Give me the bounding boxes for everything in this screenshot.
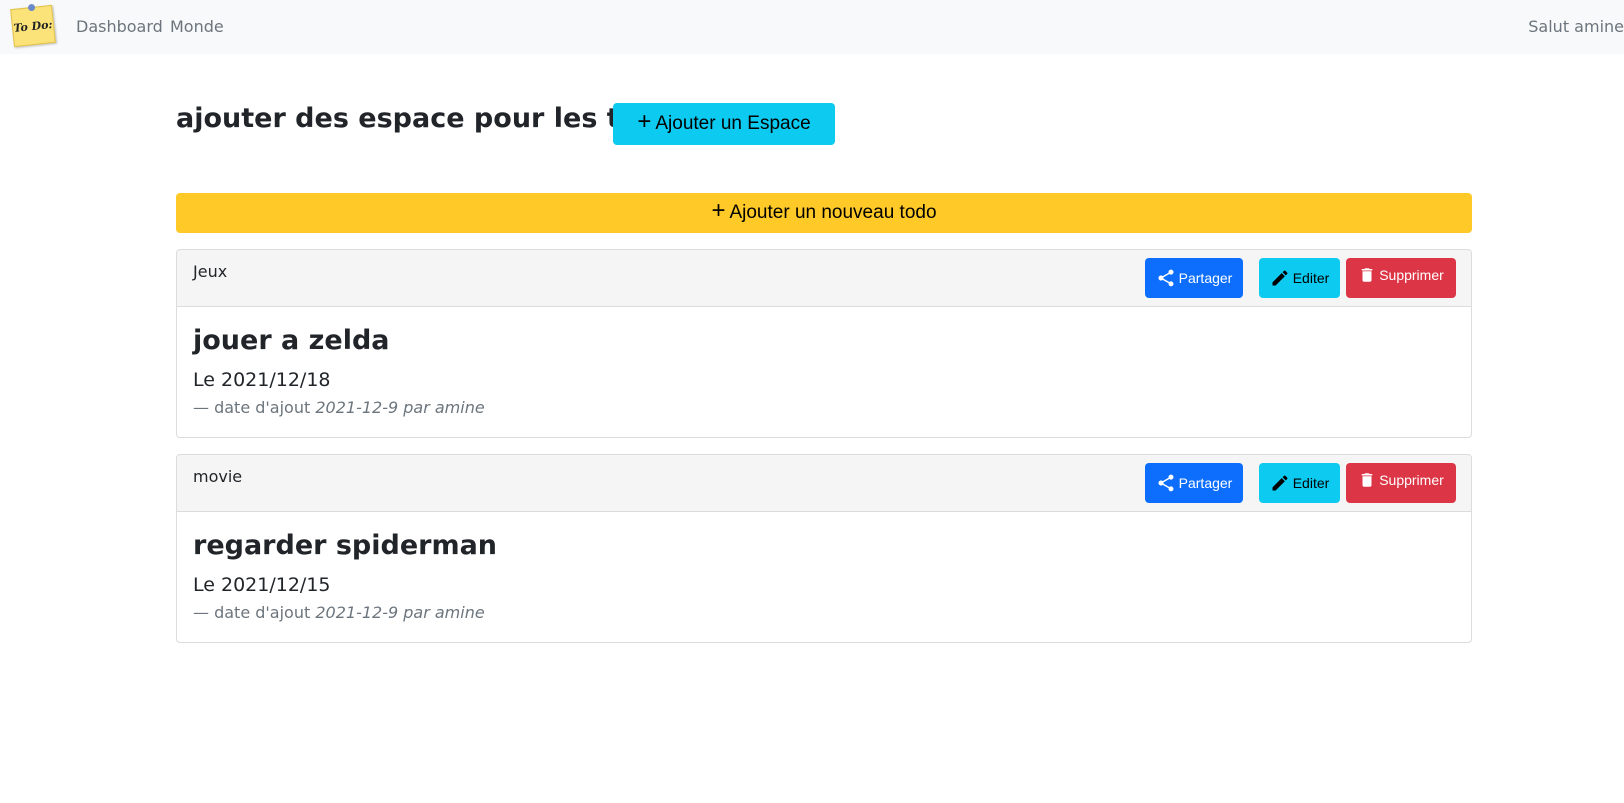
- todo-meta: — date d'ajout 2021-12-9 par amine: [193, 603, 485, 622]
- delete-button[interactable]: Supprimer: [1346, 463, 1456, 503]
- todo-category: movie: [193, 467, 243, 486]
- trash-icon: [1361, 268, 1373, 282]
- share-icon: [1158, 474, 1174, 492]
- todo-card-header: Jeux Partager Editer Supprimer: [177, 250, 1471, 307]
- todo-date: Le 2021/12/15: [193, 574, 331, 596]
- share-button[interactable]: Partager: [1145, 463, 1243, 503]
- pin-icon: [27, 3, 36, 12]
- share-button[interactable]: Partager: [1145, 258, 1243, 298]
- add-space-label: Ajouter un Espace: [655, 113, 811, 134]
- plus-icon: +: [637, 107, 652, 135]
- todo-date: Le 2021/12/18: [193, 369, 331, 391]
- share-icon: [1158, 269, 1174, 287]
- edit-button[interactable]: Editer: [1259, 258, 1340, 298]
- todo-logo[interactable]: To Do:: [10, 3, 56, 48]
- todo-card: movie Partager Editer Supprimer regarder…: [176, 454, 1472, 643]
- share-label: Partager: [1178, 475, 1233, 491]
- todo-meta: — date d'ajout 2021-12-9 par amine: [193, 398, 485, 417]
- edit-button[interactable]: Editer: [1259, 463, 1340, 503]
- top-navbar: To Do: Dashboard Monde Salut amine: [0, 0, 1624, 54]
- add-todo-button[interactable]: + Ajouter un nouveau todo: [176, 193, 1472, 233]
- nav-link-dashboard[interactable]: Dashboard: [76, 17, 163, 36]
- add-space-button[interactable]: + Ajouter un Espace: [613, 103, 835, 145]
- todo-card: Jeux Partager Editer Supprimer jouer a z…: [176, 249, 1472, 438]
- todo-meta-detail: 2021-12-9 par amine: [315, 398, 485, 417]
- delete-label: Supprimer: [1379, 267, 1444, 283]
- todo-meta-prefix: — date d'ajout: [193, 603, 311, 622]
- trash-icon: [1361, 473, 1373, 487]
- todo-meta-prefix: — date d'ajout: [193, 398, 311, 417]
- add-todo-label: Ajouter un nouveau todo: [729, 202, 937, 223]
- nav-link-monde[interactable]: Monde: [170, 17, 224, 36]
- edit-label: Editer: [1292, 475, 1330, 491]
- todo-meta-detail: 2021-12-9 par amine: [315, 603, 485, 622]
- todo-card-header: movie Partager Editer Supprimer: [177, 455, 1471, 512]
- delete-button[interactable]: Supprimer: [1346, 258, 1456, 298]
- delete-label: Supprimer: [1379, 472, 1444, 488]
- todo-title: regarder spiderman: [193, 530, 498, 561]
- share-label: Partager: [1178, 270, 1233, 286]
- pencil-icon: [1272, 475, 1288, 491]
- todo-category: Jeux: [193, 262, 228, 281]
- logo-text: To Do:: [12, 17, 54, 35]
- todo-title: jouer a zelda: [193, 325, 390, 356]
- page-title: ajouter des espace pour les todo: [176, 103, 677, 134]
- pencil-icon: [1272, 270, 1288, 286]
- plus-icon: +: [711, 196, 726, 224]
- user-greeting[interactable]: Salut amine: [1528, 17, 1624, 36]
- edit-label: Editer: [1292, 270, 1330, 286]
